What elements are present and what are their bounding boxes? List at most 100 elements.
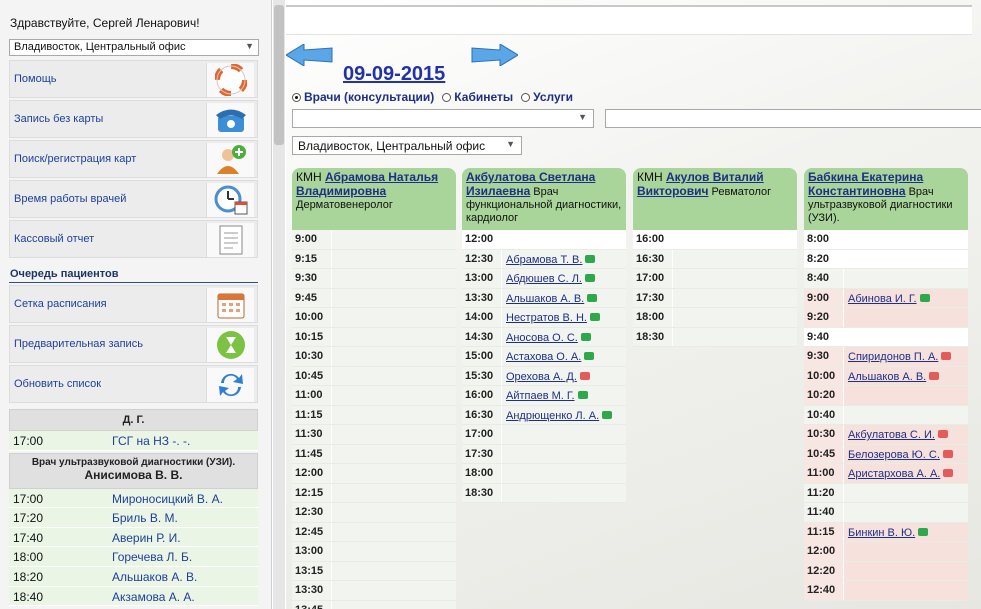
time-slot[interactable]: 18:30 (633, 327, 797, 347)
queue-row[interactable]: 18:40 Акзамова А. А. (9, 586, 258, 607)
time-slot[interactable]: 11:40 (804, 503, 968, 523)
slot-cell[interactable] (843, 581, 968, 600)
queue-patient-name[interactable]: Горечева Л. Б. (112, 550, 192, 564)
refresh-icon[interactable] (206, 368, 254, 402)
time-slot[interactable]: 13:30 (292, 581, 456, 601)
time-slot[interactable]: 12:15 (292, 483, 456, 503)
time-slot[interactable]: 12:40 (804, 581, 968, 601)
slot-cell[interactable] (331, 522, 456, 541)
slot-cell[interactable] (331, 561, 456, 580)
slot-patient-link[interactable]: Абрамова Т. В. (506, 254, 596, 266)
queue-row[interactable]: 18:00 Горечева Л. Б. (9, 547, 258, 567)
time-slot[interactable]: 9:45 (292, 288, 456, 308)
slot-cell[interactable] (501, 464, 626, 483)
queue-row[interactable]: 17:40 Аверин Р. И. (9, 527, 258, 548)
menu-item-1[interactable]: Запись без карты (9, 100, 258, 138)
time-slot[interactable]: 16:00 Айтпаев М. Г. (462, 386, 626, 406)
menu-item-3[interactable]: Время работы врачей (9, 180, 258, 218)
slot-cell[interactable] (331, 386, 456, 405)
time-slot[interactable]: 11:15 Бинкин В. Ю. (804, 522, 968, 542)
slot-cell[interactable] (672, 230, 797, 249)
time-slot[interactable]: 11:30 (292, 425, 456, 445)
slot-cell[interactable] (843, 503, 968, 522)
time-slot[interactable]: 13:15 (292, 561, 456, 581)
slot-cell[interactable] (843, 561, 968, 580)
time-slot[interactable]: 17:00 (462, 425, 626, 445)
time-slot[interactable]: 14:30 Аносова О. С. (462, 327, 626, 347)
queue-row[interactable]: 17:00 ГСГ на НЗ -. -. (9, 431, 258, 451)
slot-patient-link[interactable]: Аносова О. С. (506, 332, 591, 344)
slot-cell[interactable] (843, 249, 968, 268)
slot-patient-link[interactable]: Спиридонов П. А. (848, 351, 952, 363)
time-slot[interactable]: 12:00 (804, 542, 968, 562)
slot-cell[interactable] (331, 230, 456, 249)
slot-cell[interactable] (331, 503, 456, 522)
next-day-arrow-icon[interactable] (470, 44, 518, 66)
slot-cell[interactable] (843, 269, 968, 288)
slot-cell[interactable] (843, 483, 968, 502)
slot-patient-link[interactable]: Альшаков А. В. (848, 371, 940, 383)
slot-cell[interactable] (501, 444, 626, 463)
mode-radio-1[interactable]: Кабинеты (442, 90, 517, 104)
slot-cell[interactable] (331, 444, 456, 463)
slot-cell[interactable] (331, 483, 456, 502)
time-slot[interactable]: 8:40 (804, 269, 968, 289)
time-slot[interactable]: 8:20 (804, 249, 968, 269)
slot-cell[interactable] (331, 308, 456, 327)
time-slot[interactable]: 12:30 (292, 503, 456, 523)
time-slot[interactable]: 9:20 (804, 308, 968, 328)
slot-patient-link[interactable]: Бинкин В. Ю. (848, 527, 929, 539)
queue-menu-item-0[interactable]: Сетка расписания (9, 285, 258, 323)
time-slot[interactable]: 9:00 (292, 230, 456, 250)
time-slot[interactable]: 9:00 Абинова И. Г. (804, 288, 968, 308)
time-slot[interactable]: 10:15 (292, 327, 456, 347)
slot-cell[interactable] (331, 269, 456, 288)
time-slot[interactable]: 10:45 Белозерова Ю. С. (804, 444, 968, 464)
telephone-icon[interactable] (206, 103, 254, 137)
slot-cell[interactable] (331, 405, 456, 424)
slot-patient-link[interactable]: Аристархова А. А. (848, 468, 954, 480)
slot-cell[interactable] (843, 308, 968, 327)
radio-dot-icon[interactable] (442, 93, 452, 102)
time-slot[interactable]: 18:00 (462, 464, 626, 484)
queue-menu-item-1[interactable]: Предварительная запись (9, 325, 258, 363)
slot-cell[interactable] (331, 600, 456, 609)
lifebuoy-icon[interactable] (206, 63, 254, 97)
sidebar-scrollbar[interactable] (273, 0, 285, 609)
menu-item-2[interactable]: Поиск/регистрация карт (9, 140, 258, 178)
time-slot[interactable]: 15:00 Астахова О. А. (462, 347, 626, 367)
queue-patient-name[interactable]: ГСГ на НЗ -. -. (112, 434, 190, 448)
queue-row[interactable]: 18:20 Альшаков А. В. (9, 566, 258, 587)
slot-cell[interactable] (331, 425, 456, 444)
slot-cell[interactable] (672, 308, 797, 327)
time-slot[interactable]: 13:00 Абдюшев С. Л. (462, 269, 626, 289)
slot-patient-link[interactable]: Орехова А. Д. (506, 371, 590, 383)
office-filter-select[interactable]: Владивосток, Центральный офис ▼ (292, 136, 522, 155)
time-slot[interactable]: 9:30 Спиридонов П. А. (804, 347, 968, 367)
time-slot[interactable]: 11:00 (292, 386, 456, 406)
time-slot[interactable]: 11:45 (292, 444, 456, 464)
slot-patient-link[interactable]: Белозерова Ю. С. (848, 449, 953, 461)
user-add-icon[interactable] (206, 143, 254, 177)
time-slot[interactable]: 8:00 (804, 230, 968, 250)
queue-menu-item-2[interactable]: Обновить список (9, 365, 258, 403)
time-slot[interactable]: 12:20 (804, 561, 968, 581)
slot-patient-link[interactable]: Астахова О. А. (506, 351, 595, 363)
document-icon[interactable] (206, 223, 254, 257)
time-slot[interactable]: 16:00 (633, 230, 797, 250)
current-date[interactable]: 09-09-2015 (343, 63, 445, 86)
time-slot[interactable]: 10:30 Акбулатова С. И. (804, 425, 968, 445)
queue-patient-name[interactable]: Бриль В. М. (112, 511, 178, 525)
time-slot[interactable]: 18:30 (462, 483, 626, 503)
slot-patient-link[interactable]: Айтпаев М. Г. (506, 390, 588, 402)
doctor-select[interactable]: ▼ (292, 109, 594, 128)
time-slot[interactable]: 16:30 Андрющенко Л. А. (462, 405, 626, 425)
slot-cell[interactable] (331, 288, 456, 307)
queue-row[interactable]: 17:00 Мироносицкий В. А. (9, 488, 258, 509)
slot-cell[interactable] (331, 327, 456, 346)
mode-radio-2[interactable]: Услуги (521, 90, 577, 104)
time-slot[interactable]: 10:40 (804, 405, 968, 425)
time-slot[interactable]: 15:30 Орехова А. Д. (462, 366, 626, 386)
radio-dot-icon[interactable] (521, 93, 531, 102)
time-slot[interactable]: 10:00 Альшаков А. В. (804, 366, 968, 386)
